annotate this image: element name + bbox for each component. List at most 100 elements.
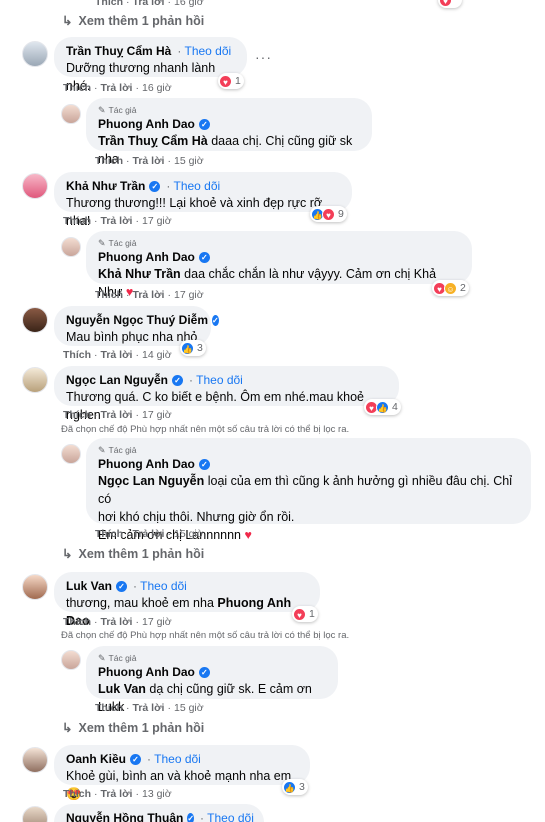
reaction-count[interactable]: ♥ ☺ 2 [432, 280, 469, 296]
like-link[interactable]: Thích [63, 409, 91, 421]
verified-icon: ✓ [149, 180, 161, 192]
reply-link[interactable]: Trả lời [133, 155, 165, 167]
comment-bubble: Khả Như Trần✓Theo dõi Thương thương!!! L… [54, 172, 352, 228]
follow-link[interactable]: Theo dõi [200, 810, 254, 822]
like-link[interactable]: Thích [95, 528, 123, 540]
avatar[interactable] [22, 747, 48, 773]
verified-icon: ✓ [198, 118, 210, 130]
follow-link[interactable]: Theo dõi [133, 578, 187, 594]
reaction-count[interactable]: ♥ 1 [292, 606, 318, 622]
commenter-name[interactable]: Trần Thuỵ Cẩm Hà [66, 43, 171, 59]
commenter-name[interactable]: Phuong Anh Dao [98, 456, 195, 472]
reply-link[interactable]: Trả lời [101, 349, 133, 361]
reaction-count[interactable]: ♥ 1 [218, 73, 244, 89]
avatar[interactable] [22, 806, 48, 822]
commenter-name[interactable]: Nguyễn Ngọc Thuý Diễm [66, 312, 208, 328]
timestamp[interactable]: 15 giờ [174, 155, 204, 167]
reaction-count[interactable]: ♥ 👍 4 [364, 399, 401, 415]
reply-link[interactable]: Trả lời [133, 0, 165, 8]
commenter-name[interactable]: Ngọc Lan Nguyễn [66, 372, 168, 388]
mention-link[interactable]: Khả Như Trần [98, 267, 181, 281]
reply-link[interactable]: Trả lời [101, 616, 133, 628]
timestamp[interactable]: 16 giờ [174, 0, 204, 8]
reply-link[interactable]: Trả lời [101, 82, 133, 94]
author-badge: ✎ Tác giả [98, 445, 137, 455]
mention-link[interactable]: Trần Thuỵ Cẩm Hà [98, 134, 208, 148]
comment-bubble: Trần Thuỵ Cẩm HàTheo dõi Dưỡng thương nh… [54, 37, 247, 93]
verified-icon: ✓ [212, 314, 219, 326]
avatar[interactable] [61, 104, 81, 124]
timestamp[interactable]: 17 giờ [174, 289, 204, 301]
like-link[interactable]: Thích [63, 616, 91, 628]
follow-link[interactable]: Theo dõi [147, 751, 201, 767]
heart-icon: ♥ [439, 0, 452, 7]
reply-arrow-icon: ↳ [62, 14, 73, 28]
reply-link[interactable]: Trả lời [101, 215, 133, 227]
avatar[interactable] [22, 173, 48, 199]
avatar[interactable] [61, 237, 81, 257]
commenter-name[interactable]: Luk Van [66, 578, 112, 594]
reply-link[interactable]: Trả lời [133, 528, 165, 540]
like-icon: 👍 [376, 400, 389, 414]
like-link[interactable]: Thích [63, 788, 91, 800]
avatar[interactable] [22, 574, 48, 600]
follow-link[interactable]: Theo dõi [166, 178, 221, 194]
reply-link[interactable]: Trả lời [133, 702, 165, 714]
view-more-replies[interactable]: ↳ Xem thêm 1 phản hồi [62, 546, 204, 562]
avatar[interactable] [61, 444, 81, 464]
commenter-name[interactable]: Khả Như Trần [66, 178, 145, 194]
reply-bubble: ✎ Tác giả Phuong Anh Dao ✓ Ngọc Lan Nguyễn… [86, 438, 531, 542]
mention-link[interactable]: Ngọc Lan Nguyễn [98, 474, 204, 488]
reply-link[interactable]: Trả lời [133, 289, 165, 301]
avatar[interactable] [22, 307, 48, 333]
mention-link[interactable]: Luk Van [98, 682, 146, 696]
reaction-count[interactable]: 👍 3 [180, 340, 206, 356]
follow-link[interactable]: Theo dõi [177, 43, 231, 59]
commenter-name[interactable]: Nguyễn Hồng Thuận [66, 810, 183, 822]
reply-arrow-icon: ↳ [62, 721, 73, 735]
timestamp[interactable]: 14 giờ [142, 349, 172, 361]
like-link[interactable]: Thích [95, 155, 123, 167]
author-badge: ✎ Tác giả [98, 653, 137, 663]
timestamp[interactable]: 17 giờ [142, 409, 172, 421]
view-more-replies[interactable]: ↳ Xem thêm 1 phản hồi [62, 720, 204, 736]
commenter-name[interactable]: Oanh Kiều [66, 751, 126, 767]
comment-bubble: Ngọc Lan Nguyễn✓Theo dõi Thương quá. C k… [54, 366, 399, 422]
like-link[interactable]: Thích [63, 82, 91, 94]
timestamp[interactable]: 16 giờ [142, 82, 172, 94]
view-more-replies[interactable]: ↳ Xem thêm 1 phản hồi [62, 13, 204, 29]
reply-text: hơi khó chịu thôi. Nhưng giờ ổn rồi. [98, 510, 295, 524]
reply-bubble: ✎ Tác giả Phuong Anh Dao ✓ Luk Van dạ chị … [86, 646, 338, 714]
avatar[interactable] [61, 650, 81, 670]
commenter-name[interactable]: Phuong Anh Dao [98, 249, 195, 265]
verified-icon: ✓ [116, 580, 128, 592]
reply-link[interactable]: Trả lời [101, 409, 133, 421]
like-link[interactable]: Thích [63, 215, 91, 227]
timestamp[interactable]: 17 giờ [142, 616, 172, 628]
commenter-name[interactable]: Phuong Anh Dao [98, 664, 195, 680]
like-link[interactable]: Thích [95, 702, 123, 714]
timestamp[interactable]: 13 giờ [142, 788, 172, 800]
like-link[interactable]: Thích [95, 289, 123, 301]
like-icon: 👍 [283, 780, 296, 794]
reaction-count[interactable]: 👍 ♥ 9 [310, 206, 347, 222]
heart-icon: ♥ [293, 607, 306, 621]
reply-link[interactable]: Trả lời [101, 788, 133, 800]
reaction-count[interactable]: ♥ [438, 0, 462, 8]
verified-icon: ✓ [187, 812, 195, 822]
more-options-icon[interactable]: ··· [255, 49, 272, 65]
avatar[interactable] [22, 41, 48, 67]
like-link[interactable]: Thích [63, 349, 91, 361]
timestamp[interactable]: 17 giờ [142, 215, 172, 227]
comment-text: Mau bình phục nha nhỏ [66, 330, 198, 344]
verified-icon: ✓ [198, 458, 210, 470]
reaction-count[interactable]: 👍 3 [282, 779, 308, 795]
filter-note: Đã chọn chế độ Phù hợp nhất nên một số c… [61, 630, 350, 641]
avatar[interactable] [22, 367, 48, 393]
timestamp[interactable]: 15 giờ [174, 528, 204, 540]
follow-link[interactable]: Theo dõi [189, 372, 243, 388]
comment-bubble: Luk Van✓Theo dõi thương, mau khoẻ em nha… [54, 572, 320, 628]
commenter-name[interactable]: Phuong Anh Dao [98, 116, 195, 132]
like-link[interactable]: Thích [95, 0, 123, 8]
timestamp[interactable]: 15 giờ [174, 702, 204, 714]
